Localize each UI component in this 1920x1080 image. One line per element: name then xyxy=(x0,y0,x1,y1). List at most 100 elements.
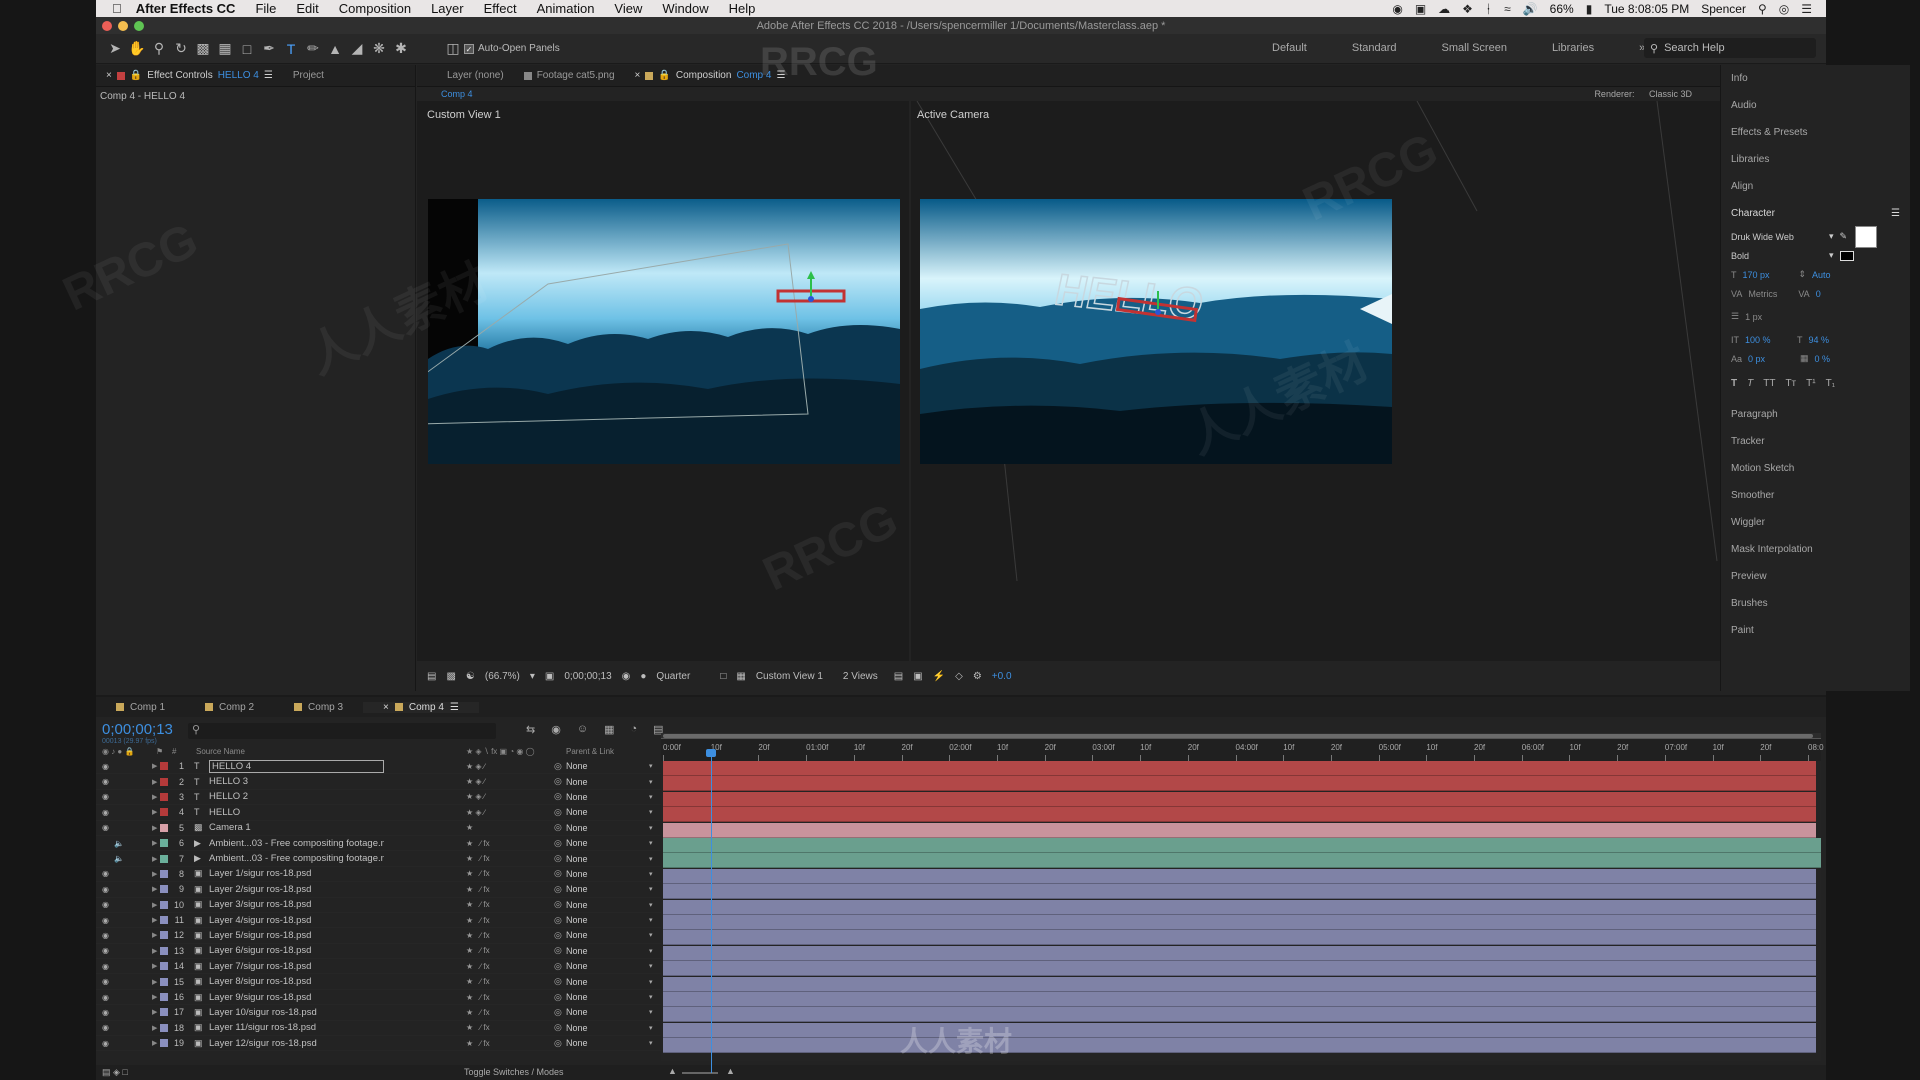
baseline-shift-value[interactable]: 0 px xyxy=(1748,354,1794,364)
zoom-select[interactable]: (66.7%) xyxy=(485,671,520,682)
layer-label-color[interactable] xyxy=(160,823,168,832)
layer-switches[interactable]: ★ ∕ fx xyxy=(466,977,490,986)
visibility-eye-icon[interactable]: ◉ xyxy=(102,916,112,925)
eyedropper-icon[interactable]: ✎ xyxy=(1840,231,1848,242)
clone-stamp-tool-icon[interactable]: ▲ xyxy=(324,38,346,60)
visibility-eye-icon[interactable]: ◉ xyxy=(102,931,112,940)
layer-label-color[interactable] xyxy=(160,931,168,940)
layer-switches[interactable]: ★ ∕ fx xyxy=(466,946,490,955)
visibility-eye-icon[interactable]: ◉ xyxy=(102,1023,112,1032)
dropbox-icon[interactable]: ❖ xyxy=(1462,2,1473,16)
motion-blur-icon[interactable]: ◔ xyxy=(630,723,637,736)
pick-whip-icon[interactable]: ◎ xyxy=(554,976,562,987)
chevron-down-icon[interactable]: ▾ xyxy=(649,962,653,970)
eraser-tool-icon[interactable]: ◢ xyxy=(346,38,368,60)
pan-behind-tool-icon[interactable]: ▦ xyxy=(214,38,236,60)
layer-label-color[interactable] xyxy=(160,1008,168,1017)
layer-duration-bar[interactable] xyxy=(663,961,1816,977)
layer-row[interactable]: ◉ ▶ 18 ▣ Layer 11/sigur ros-18.psd ★ ∕ fx ◎ Non… xyxy=(96,1021,661,1037)
close-tab-icon[interactable]: × xyxy=(635,70,641,81)
audio-icon[interactable]: 🔈 xyxy=(114,839,124,848)
menu-window[interactable]: Window xyxy=(662,1,708,16)
layer-name[interactable]: Layer 9/sigur ros-18.psd xyxy=(209,992,384,1003)
layer-row[interactable]: ◉ ▶ 11 ▣ Layer 4/sigur ros-18.psd ★ ∕ fx ◎ None… xyxy=(96,913,661,929)
layer-label-color[interactable] xyxy=(160,900,168,909)
pick-whip-icon[interactable]: ◎ xyxy=(554,899,562,910)
layer-row[interactable]: ◉ ▶ 13 ▣ Layer 6/sigur ros-18.psd ★ ∕ fx ◎ None… xyxy=(96,944,661,960)
menu-edit[interactable]: Edit xyxy=(296,1,318,16)
close-tab-icon[interactable]: × xyxy=(106,70,112,81)
layer-label-color[interactable] xyxy=(160,854,168,863)
pick-whip-icon[interactable]: ◎ xyxy=(554,961,562,972)
parent-select[interactable]: None xyxy=(566,807,588,817)
parent-select[interactable]: None xyxy=(566,1038,588,1048)
fill-color-swatch[interactable] xyxy=(1855,225,1878,248)
menu-file[interactable]: File xyxy=(255,1,276,16)
close-window-icon[interactable] xyxy=(102,21,112,31)
kerning-value[interactable]: Metrics xyxy=(1748,289,1792,299)
layer-duration-bar[interactable] xyxy=(663,838,1821,853)
selection-tool-icon[interactable]: ➤ xyxy=(104,38,126,60)
expand-layer-icon[interactable]: ▶ xyxy=(152,901,157,909)
parent-select[interactable]: None xyxy=(566,823,588,833)
tsume-value[interactable]: 0 % xyxy=(1815,354,1831,364)
layer-duration-bar[interactable] xyxy=(663,791,1816,807)
notification-center-icon[interactable]: ☰ xyxy=(1801,2,1812,16)
chevron-down-icon[interactable]: ▾ xyxy=(649,978,653,986)
timeline-zoom-slider[interactable] xyxy=(682,1072,718,1074)
visibility-eye-icon[interactable]: ◉ xyxy=(102,777,112,786)
wifi-icon[interactable]: ≈ xyxy=(1504,2,1511,16)
pen-tool-icon[interactable]: ✒ xyxy=(258,38,280,60)
panel-tracker[interactable]: Tracker xyxy=(1721,428,1910,455)
layer-duration-bar[interactable] xyxy=(663,976,1816,992)
chevron-down-icon[interactable]: ▾ xyxy=(649,885,653,893)
siri-icon[interactable]: ◎ xyxy=(1779,2,1789,16)
expand-layer-icon[interactable]: ▶ xyxy=(152,978,157,986)
layer-row[interactable]: ◉ ▶ 8 ▣ Layer 1/sigur ros-18.psd ★ ∕ fx ◎ None ▾ xyxy=(96,867,661,883)
layer-row[interactable]: ◉ ▶ 5 ▩ Camera 1 ★ ◎ None ▾ xyxy=(96,821,661,836)
faux-bold-button[interactable]: T xyxy=(1731,378,1737,389)
fast-previews-icon[interactable]: ⚡ xyxy=(933,671,945,682)
hand-tool-icon[interactable]: ✋ xyxy=(126,38,148,60)
chevron-down-icon[interactable]: ▾ xyxy=(649,855,653,863)
font-size-row[interactable]: T 170 px ⇕ Auto xyxy=(1721,265,1910,284)
expand-layer-icon[interactable]: ▶ xyxy=(152,916,157,924)
expand-layer-icon[interactable]: ▶ xyxy=(152,855,157,863)
zoom-window-icon[interactable] xyxy=(134,21,144,31)
panel-wiggler[interactable]: Wiggler xyxy=(1721,509,1910,536)
camera-tool-icon[interactable]: ▩ xyxy=(192,38,214,60)
battery-icon[interactable]: ▮ xyxy=(1586,2,1593,16)
visibility-eye-icon[interactable]: ◉ xyxy=(102,869,112,878)
roto-brush-tool-icon[interactable]: ❋ xyxy=(368,38,390,60)
layer-row[interactable]: ◉ ▶ 2 T HELLO 3 ★ ◈ ∕ ◎ None ▾ xyxy=(96,774,661,790)
chevron-down-icon[interactable]: ▾ xyxy=(649,1024,653,1032)
pick-whip-icon[interactable]: ◎ xyxy=(554,1007,562,1018)
render-time-icon[interactable]: ▤ ◈ □ xyxy=(102,1067,128,1078)
visibility-eye-icon[interactable]: ◉ xyxy=(102,762,112,771)
timeline-timecode[interactable]: 0;00;00;13 xyxy=(102,721,173,738)
panel-smoother[interactable]: Smoother xyxy=(1721,482,1910,509)
visibility-eye-icon[interactable]: ◉ xyxy=(102,1008,112,1017)
layer-name[interactable]: Camera 1 xyxy=(209,822,384,833)
scale-row[interactable]: IT 100 % T 94 % xyxy=(1721,330,1910,349)
layer-switches[interactable]: ★ ∕ fx xyxy=(466,869,490,878)
spotlight-search-icon[interactable]: ⚲ xyxy=(1758,2,1767,16)
user-name[interactable]: Spencer xyxy=(1701,2,1746,16)
all-caps-button[interactable]: TT xyxy=(1763,378,1775,389)
layer-row[interactable]: ◉ ▶ 16 ▣ Layer 9/sigur ros-18.psd ★ ∕ fx ◎ None… xyxy=(96,990,661,1006)
panel-mask-interpolation[interactable]: Mask Interpolation xyxy=(1721,536,1910,563)
kerning-row[interactable]: VA Metrics VA 0 xyxy=(1721,284,1910,303)
chevron-down-icon[interactable]: ▾ xyxy=(649,808,653,816)
expand-layer-icon[interactable]: ▶ xyxy=(152,962,157,970)
snapshot-icon[interactable]: ◉ xyxy=(622,671,631,682)
pick-whip-icon[interactable]: ◎ xyxy=(554,945,562,956)
layer-name[interactable]: Layer 12/sigur ros-18.psd xyxy=(209,1038,384,1049)
layer-name[interactable]: Layer 5/sigur ros-18.psd xyxy=(209,930,384,941)
chevron-down-icon[interactable]: ▾ xyxy=(649,839,653,847)
pick-whip-icon[interactable]: ◎ xyxy=(554,884,562,895)
font-size-value[interactable]: 170 px xyxy=(1743,270,1793,280)
expand-layer-icon[interactable]: ▶ xyxy=(152,839,157,847)
parent-select[interactable]: None xyxy=(566,761,588,771)
layer-row[interactable]: ◉ ▶ 14 ▣ Layer 7/sigur ros-18.psd ★ ∕ fx ◎ None… xyxy=(96,959,661,975)
layer-switches[interactable]: ★ ∕ fx xyxy=(466,1039,490,1048)
